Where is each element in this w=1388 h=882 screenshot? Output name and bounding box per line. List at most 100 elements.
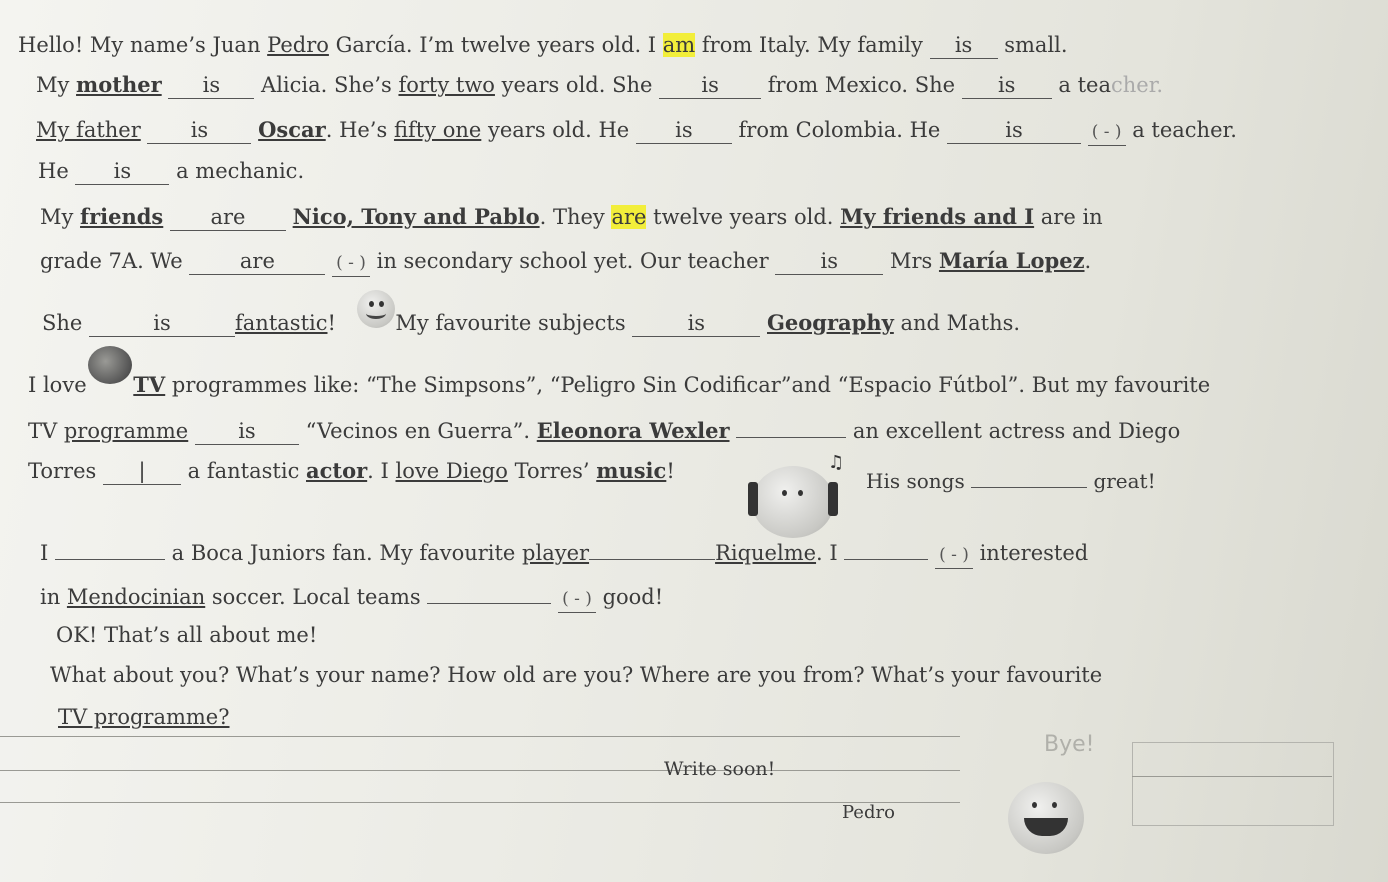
text: programmes like: “The Simpsons”, “Peligr… [165, 373, 1211, 397]
answer-blank[interactable]: is [147, 117, 252, 144]
text: Hello! My name’s Juan [18, 33, 268, 57]
writing-line [0, 736, 960, 737]
negative-marker: ( - ) [935, 542, 973, 569]
answer-blank[interactable]: is [635, 117, 732, 144]
underlined-word: Geography [767, 310, 894, 335]
negative-marker: ( - ) [558, 586, 596, 613]
text: His songs [866, 469, 972, 493]
text: good! [595, 585, 664, 609]
answer-blank[interactable] [736, 437, 847, 438]
smiley-icon [357, 290, 395, 328]
text-line-2: My mother is Alicia. She’s forty two yea… [36, 72, 1163, 99]
underlined-word: Oscar [258, 117, 326, 142]
writing-line [1132, 776, 1332, 777]
underlined-word: love Diego [395, 459, 508, 483]
text: twelve years old. [646, 205, 841, 229]
text: soccer. Local teams [205, 585, 428, 609]
text: My favourite subjects [395, 311, 633, 335]
text: a teacher. [1125, 118, 1237, 142]
negative-marker: ( - ) [332, 250, 370, 277]
text: in secondary school yet. Our teacher [369, 249, 776, 273]
text: a mechanic. [169, 159, 305, 183]
answer-blank[interactable]: is [168, 72, 255, 99]
answer-blank[interactable]: is [947, 117, 1082, 144]
text-line-9: TV programme is “Vecinos en Guerra”. Ele… [28, 418, 1180, 445]
text-line-11: I a Boca Juniors fan. My favourite playe… [40, 540, 1088, 569]
text: Torres [28, 459, 103, 483]
answer-blank[interactable]: is [89, 310, 236, 337]
text: . They [539, 205, 612, 229]
text: She [42, 311, 90, 335]
text: I love [28, 373, 94, 397]
underlined-word: My friends and I [840, 204, 1035, 229]
text: a tea [1051, 73, 1111, 97]
underlined-word: programme [63, 419, 189, 443]
text: My [36, 73, 77, 97]
text: a Boca Juniors fan. My favourite [164, 541, 523, 565]
underlined-word: player [522, 541, 590, 565]
underlined-word: fifty one [393, 118, 482, 142]
answer-blank[interactable]: is [659, 72, 762, 99]
text: from Italy. My family [695, 33, 930, 57]
text: García. I’m twelve years old. I [328, 33, 663, 57]
bye-bubble: Bye! [1044, 732, 1095, 757]
highlighted-word: are [611, 205, 647, 229]
answer-blank[interactable]: is [75, 158, 170, 185]
text: Mrs [883, 249, 939, 273]
text: years old. She [494, 73, 660, 97]
writing-box [1132, 742, 1334, 826]
answer-blank[interactable]: are [189, 248, 326, 275]
text: . I [816, 541, 845, 565]
underlined-word: fantastic [235, 311, 328, 335]
text: I [40, 541, 55, 565]
answer-blank[interactable] [589, 559, 716, 560]
text: interested [972, 541, 1089, 565]
underlined-word: Riquelme [715, 541, 817, 565]
highlighted-word: am [662, 33, 696, 57]
answer-blank[interactable] [427, 603, 552, 604]
text: ! [666, 459, 675, 483]
signature: Pedro [842, 802, 895, 823]
sunglasses-smiley-icon [88, 346, 132, 384]
text: Alicia. She’s [254, 73, 399, 97]
headphones-smiley-icon [748, 466, 838, 538]
answer-blank[interactable]: is [775, 248, 884, 275]
text: and Maths. [893, 311, 1021, 335]
underlined-word: Eleonora Wexler [536, 418, 730, 443]
text: from Colombia. He [731, 118, 948, 142]
answer-blank[interactable]: is [929, 32, 998, 59]
underlined-word: music [596, 458, 667, 483]
underlined-word: Mendocinian [66, 585, 206, 609]
text: great! [1093, 469, 1156, 493]
text: in [40, 585, 67, 609]
text-line-10: Torres | a fantastic actor. I love Diego… [28, 458, 675, 485]
text-line-4: He is a mechanic. [38, 158, 304, 185]
text-line-14: What about you? What’s your name? How ol… [50, 663, 1103, 687]
underlined-word: My father [36, 118, 141, 142]
answer-blank[interactable] [971, 487, 1088, 488]
text-line-15: TV programme? [58, 704, 230, 730]
answer-blank[interactable]: is [194, 418, 299, 445]
answer-blank[interactable] [54, 559, 165, 560]
answer-blank[interactable]: is [961, 72, 1052, 99]
text: are in [1034, 205, 1103, 229]
text: a fantastic [180, 459, 306, 483]
answer-blank[interactable] [844, 559, 929, 560]
writing-line [0, 802, 960, 803]
underlined-word: forty two [398, 73, 495, 97]
text: small. [997, 33, 1068, 57]
underlined-word: TV [133, 372, 166, 397]
underlined-word: Nico, Tony and Pablo [292, 204, 540, 229]
text-line-5: My friends are Nico, Tony and Pablo. The… [40, 204, 1103, 231]
underlined-word: TV programme? [58, 705, 230, 729]
answer-blank[interactable]: | [102, 458, 181, 485]
text-line-8: I love TV programmes like: “The Simpsons… [28, 372, 1210, 398]
answer-blank[interactable]: is [632, 310, 761, 337]
text: . I [367, 459, 396, 483]
text: . [1084, 249, 1092, 273]
underlined-word: actor [306, 458, 368, 483]
underlined-word: mother [76, 72, 162, 97]
answer-blank[interactable]: are [169, 204, 286, 231]
text: . He’s [325, 118, 394, 142]
text-line-6: grade 7A. We are ( - ) in secondary scho… [40, 248, 1091, 277]
